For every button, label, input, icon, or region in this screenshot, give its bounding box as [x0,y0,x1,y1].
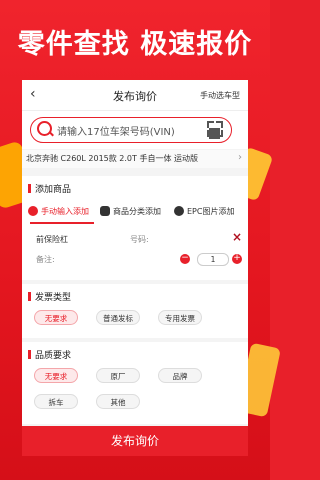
note-label: 备注: [36,255,55,264]
quality-section: 品质要求 无要求 原厂 品牌 拆车 其他 [22,342,248,424]
quality-option-salvage[interactable]: 拆车 [34,394,78,409]
search-icon [37,121,52,136]
quality-option-original[interactable]: 原厂 [96,368,140,383]
decrease-quantity-button[interactable]: − [180,254,190,264]
tab-category-label: 商品分类添加 [113,207,161,216]
part-number-label: 号码: [130,235,149,244]
increase-quantity-button[interactable]: + [232,254,242,264]
scan-icon[interactable] [207,121,223,139]
chevron-right-icon: › [238,152,242,163]
invoice-title: 发票类型 [28,290,71,303]
vin-search-placeholder: 请输入17位车架号码(VIN) [57,127,175,138]
vin-search-input[interactable]: 请输入17位车架号码(VIN) [30,117,232,143]
tab-manual-input-label: 手动输入添加 [41,207,89,216]
chat-icon [100,206,110,216]
manual-select-model-link[interactable]: 手动选车型 [200,90,240,101]
car-icon [174,206,184,216]
part-name: 前保险杠 [36,235,68,244]
invoice-option-normal[interactable]: 普通发标 [96,310,140,325]
selected-car-model[interactable]: 北京奔驰 C260L 2015款 2.0T 手自一体 运动版 › [22,150,248,168]
tab-category[interactable]: 商品分类添加 [100,206,161,217]
promo-headline: 零件查找 极速报价 [17,29,253,60]
app-screen: ‹ 发布询价 手动选车型 请输入17位车架号码(VIN) 北京奔驰 C260L … [22,80,248,456]
add-goods-title: 添加商品 [28,182,71,195]
quantity-field[interactable]: 1 [197,253,229,266]
quality-option-none[interactable]: 无要求 [34,368,78,383]
car-model-text: 北京奔驰 C260L 2015款 2.0T 手自一体 运动版 [26,154,198,163]
add-goods-section: 添加商品 手动输入添加 商品分类添加 EPC图片添加 前保险杠 号码: × 备注… [22,176,248,280]
submit-inquiry-button[interactable]: 发布询价 [22,426,248,456]
quality-option-brand[interactable]: 品牌 [158,368,202,383]
invoice-option-none[interactable]: 无要求 [34,310,78,325]
invoice-option-special[interactable]: 专用发票 [158,310,202,325]
active-tab-underline [30,222,94,224]
invoice-section: 发票类型 无要求 普通发标 专用发票 [22,284,248,338]
quality-option-other[interactable]: 其他 [96,394,140,409]
quality-title: 品质要求 [28,348,71,361]
delete-item-icon[interactable]: × [232,230,242,244]
tab-epc-image[interactable]: EPC图片添加 [174,206,234,217]
top-bar: ‹ 发布询价 手动选车型 [22,80,248,111]
tab-epc-image-label: EPC图片添加 [187,207,235,216]
pencil-icon [28,206,38,216]
tab-manual-input[interactable]: 手动输入添加 [28,206,89,217]
vin-search-area: 请输入17位车架号码(VIN) [22,111,248,149]
